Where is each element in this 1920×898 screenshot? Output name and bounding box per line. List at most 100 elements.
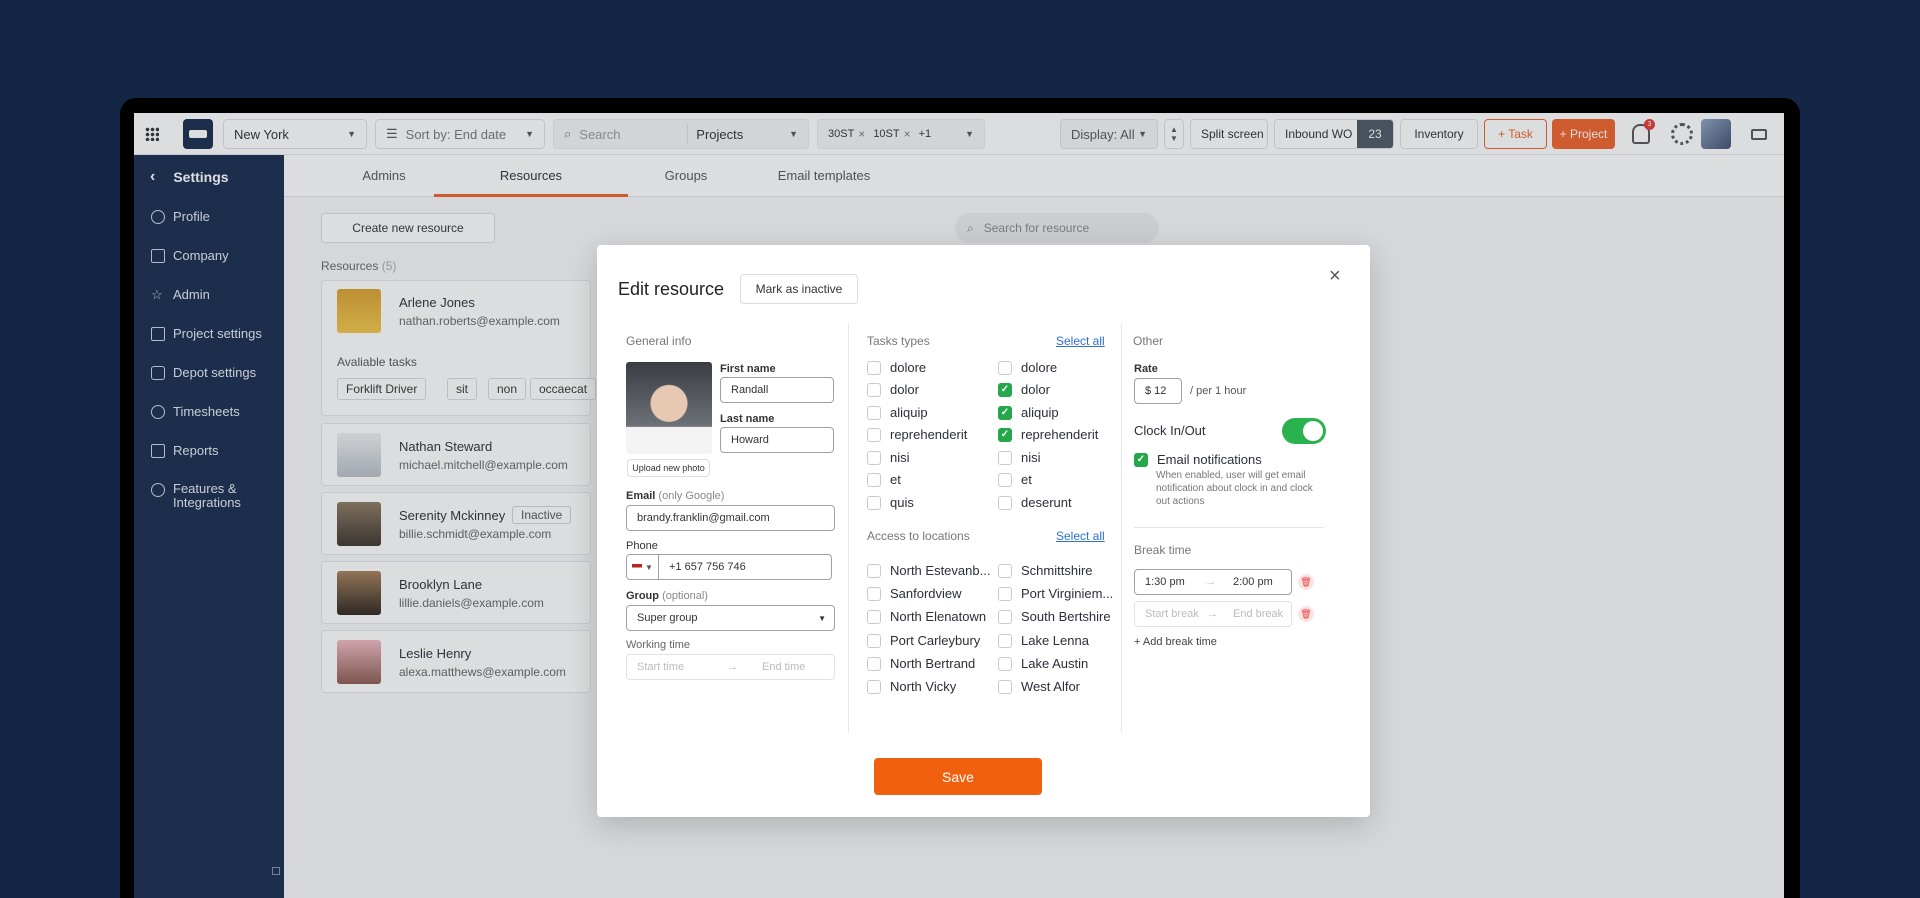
checkbox[interactable]: [998, 472, 1012, 487]
group-hint: (optional): [662, 590, 708, 602]
task-checkbox[interactable]: et: [998, 472, 1113, 487]
task-label: reprehenderit: [890, 427, 968, 442]
mark-inactive-button[interactable]: Mark as inactive: [740, 274, 858, 304]
arrow-right-icon: →: [1207, 608, 1218, 620]
chevron-down-icon: ▼: [818, 613, 826, 623]
location-checkbox[interactable]: North Bertrand: [867, 656, 993, 671]
profile-photo: [626, 362, 712, 454]
working-time-range[interactable]: Start time → End time: [626, 654, 835, 680]
checkbox[interactable]: [867, 472, 881, 487]
upload-photo-button[interactable]: Upload new photo: [627, 459, 710, 477]
break-time-range-empty[interactable]: Start break → End break: [1134, 601, 1292, 627]
location-checkbox[interactable]: North Vicky: [867, 679, 993, 694]
checkbox[interactable]: [998, 633, 1012, 648]
location-checkbox[interactable]: North Estevanb...: [867, 563, 993, 578]
add-break-time-link[interactable]: + Add break time: [1134, 636, 1217, 648]
task-label: dolore: [1021, 360, 1058, 375]
email-label: Email (only Google): [626, 490, 724, 502]
email-notifications-checkbox[interactable]: ✓ Email notifications: [1134, 452, 1314, 467]
rate-field[interactable]: $ 12: [1134, 378, 1182, 404]
checkbox-checked-icon[interactable]: ✓: [998, 382, 1012, 397]
location-label: Port Carleybury: [890, 633, 981, 648]
checkbox[interactable]: [998, 450, 1012, 465]
checkbox[interactable]: [998, 360, 1012, 375]
trash-icon[interactable]: 🗑: [1298, 574, 1314, 590]
checkbox[interactable]: [998, 563, 1012, 578]
location-checkbox[interactable]: Sanfordview: [867, 586, 993, 601]
location-checkbox[interactable]: North Elenatown: [867, 609, 993, 624]
end-time-input[interactable]: End time: [762, 661, 805, 673]
checkbox[interactable]: [998, 495, 1012, 510]
task-checkbox[interactable]: ✓ dolor: [998, 382, 1113, 397]
task-checkbox[interactable]: et: [867, 472, 987, 487]
checkbox[interactable]: [867, 679, 881, 694]
location-checkbox[interactable]: South Bertshire: [998, 609, 1118, 624]
task-checkbox[interactable]: quis: [867, 495, 987, 510]
email-field[interactable]: brandy.franklin@gmail.com: [626, 505, 835, 531]
task-checkbox[interactable]: reprehenderit: [867, 427, 987, 442]
general-info-label: General info: [626, 334, 692, 348]
location-checkbox[interactable]: Schmittshire: [998, 563, 1118, 578]
checkbox[interactable]: [867, 633, 881, 648]
checkbox[interactable]: [867, 656, 881, 671]
first-name-field[interactable]: Randall: [720, 377, 834, 403]
start-time-input[interactable]: Start time: [637, 661, 727, 673]
clock-in-out-label: Clock In/Out: [1134, 423, 1206, 438]
clock-in-out-toggle[interactable]: [1282, 418, 1326, 444]
location-label: North Elenatown: [890, 609, 987, 624]
modal-title: Edit resource: [618, 279, 725, 299]
task-checkbox[interactable]: dolore: [998, 360, 1113, 375]
location-checkbox[interactable]: West Alfor: [998, 679, 1118, 694]
checkbox[interactable]: [998, 656, 1012, 671]
checkbox[interactable]: [867, 450, 881, 465]
checkbox[interactable]: [998, 609, 1012, 624]
checkbox[interactable]: [867, 427, 881, 442]
task-checkbox[interactable]: ✓ aliquip: [998, 405, 1113, 420]
location-checkbox[interactable]: Lake Lenna: [998, 633, 1118, 648]
location-label: Port Virginiem...: [1021, 586, 1114, 601]
task-checkbox[interactable]: deserunt: [998, 495, 1113, 510]
task-checkbox[interactable]: dolore: [867, 360, 987, 375]
checkbox[interactable]: [998, 586, 1012, 601]
group-select[interactable]: Super group ▼: [626, 605, 835, 631]
location-checkbox[interactable]: Lake Austin: [998, 656, 1118, 671]
location-checkbox[interactable]: Port Virginiem...: [998, 586, 1118, 601]
checkbox-checked-icon[interactable]: ✓: [998, 427, 1012, 442]
break-end-input[interactable]: 2:00 pm: [1233, 576, 1273, 588]
task-label: aliquip: [1021, 405, 1059, 420]
break-time-range[interactable]: 1:30 pm → 2:00 pm: [1134, 569, 1292, 595]
break-start-input[interactable]: 1:30 pm: [1145, 576, 1205, 588]
phone-label: Phone: [626, 540, 658, 552]
trash-icon[interactable]: 🗑: [1298, 606, 1314, 622]
last-name-field[interactable]: Howard: [720, 427, 834, 453]
checkbox[interactable]: [867, 563, 881, 578]
checkbox[interactable]: [867, 360, 881, 375]
checkbox[interactable]: [998, 679, 1012, 694]
other-label: Other: [1133, 334, 1164, 348]
location-checkbox[interactable]: Port Carleybury: [867, 633, 993, 648]
checkbox[interactable]: [867, 586, 881, 601]
task-label: nisi: [890, 450, 910, 465]
access-locations-label: Access to locations: [867, 529, 970, 543]
column-divider: [1121, 324, 1122, 732]
phone-country-select[interactable]: ▼: [626, 554, 659, 580]
checkbox[interactable]: [867, 495, 881, 510]
checkbox[interactable]: [867, 609, 881, 624]
task-label: reprehenderit: [1021, 427, 1099, 442]
close-icon[interactable]: ×: [1329, 265, 1341, 288]
select-all-locations-link[interactable]: Select all: [1056, 529, 1105, 543]
task-checkbox[interactable]: dolor: [867, 382, 987, 397]
end-break-input[interactable]: End break: [1233, 608, 1283, 620]
phone-field[interactable]: +1 657 756 746: [658, 554, 832, 580]
start-break-input[interactable]: Start break: [1145, 608, 1207, 620]
checkbox-checked-icon[interactable]: ✓: [1134, 452, 1148, 467]
checkbox-checked-icon[interactable]: ✓: [998, 405, 1012, 420]
task-checkbox[interactable]: nisi: [867, 450, 987, 465]
task-checkbox[interactable]: aliquip: [867, 405, 987, 420]
checkbox[interactable]: [867, 405, 881, 420]
save-button[interactable]: Save: [874, 758, 1042, 795]
task-checkbox[interactable]: nisi: [998, 450, 1113, 465]
task-checkbox[interactable]: ✓ reprehenderit: [998, 427, 1113, 442]
checkbox[interactable]: [867, 382, 881, 397]
select-all-tasks-link[interactable]: Select all: [1056, 334, 1105, 348]
